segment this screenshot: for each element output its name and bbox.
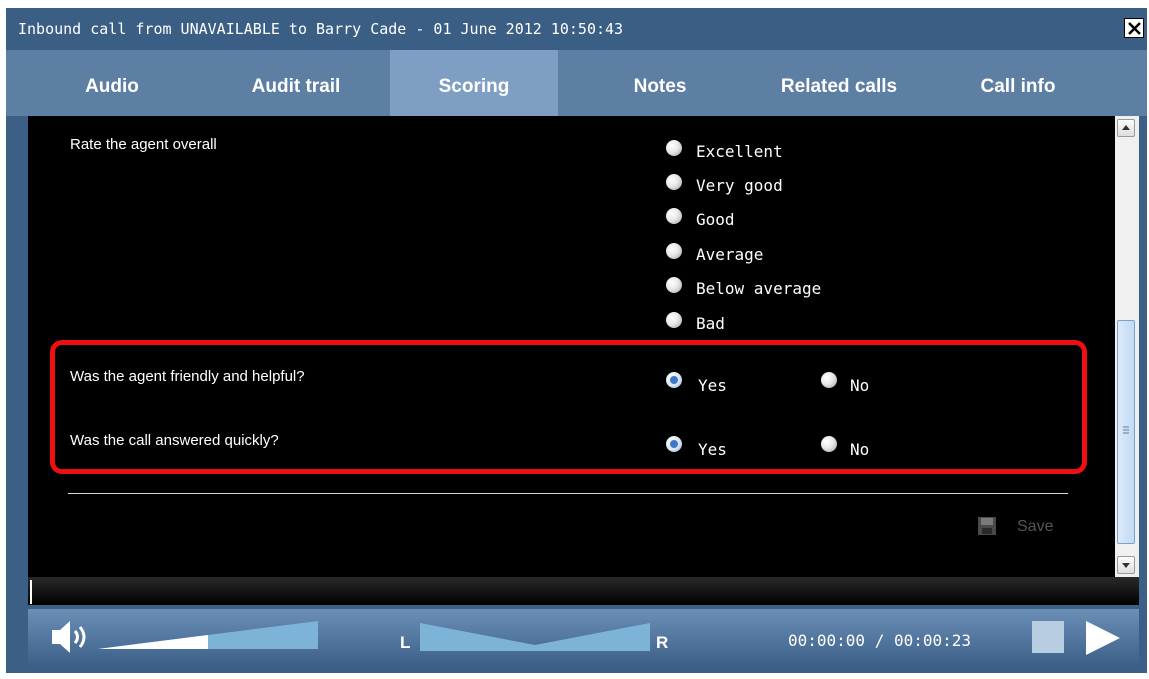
play-button[interactable]: [1084, 619, 1122, 657]
tab-audio[interactable]: Audio: [50, 50, 174, 116]
arrow-up-icon: [1122, 125, 1130, 130]
highlight-box: [50, 340, 1087, 474]
playback-progress-bar[interactable]: [28, 577, 1139, 605]
tab-related-calls[interactable]: Related calls: [746, 50, 932, 116]
player-controls: L R 00:00:00 / 00:00:23: [28, 609, 1139, 667]
option-friendly-yes: Yes: [698, 376, 727, 395]
radio-quick-no[interactable]: [821, 436, 837, 452]
question-friendly: Was the agent friendly and helpful?: [70, 368, 305, 385]
speaker-icon[interactable]: [50, 617, 90, 657]
save-label: Save: [1017, 518, 1054, 535]
scroll-down-button[interactable]: [1117, 556, 1135, 574]
question-answered-quickly: Was the call answered quickly?: [70, 432, 279, 449]
radio-average[interactable]: [666, 243, 682, 259]
divider: [68, 493, 1068, 494]
scroll-up-button[interactable]: [1117, 119, 1135, 137]
window-title: Inbound call from UNAVAILABLE to Barry C…: [18, 20, 624, 38]
option-quick-no: No: [850, 440, 870, 459]
volume-slider[interactable]: [98, 621, 318, 651]
scoring-panel: Rate the agent overall Excellent Very go…: [28, 116, 1115, 577]
radio-below-average[interactable]: [666, 277, 682, 293]
option-friendly-no: No: [850, 376, 870, 395]
option-very-good: Very good: [696, 176, 783, 195]
radio-friendly-no[interactable]: [821, 372, 837, 388]
close-button[interactable]: [1124, 18, 1144, 38]
radio-bad[interactable]: [666, 312, 682, 328]
option-quick-yes: Yes: [698, 440, 727, 459]
tab-notes[interactable]: Notes: [602, 50, 718, 116]
vertical-scrollbar[interactable]: [1115, 116, 1139, 577]
call-window: Inbound call from UNAVAILABLE to Barry C…: [6, 8, 1147, 673]
radio-quick-yes[interactable]: [666, 436, 682, 452]
title-bar: Inbound call from UNAVAILABLE to Barry C…: [6, 8, 1147, 50]
arrow-down-icon: [1122, 563, 1130, 568]
save-icon: [978, 517, 996, 535]
option-excellent: Excellent: [696, 142, 783, 161]
radio-good[interactable]: [666, 208, 682, 224]
stop-button[interactable]: [1032, 621, 1064, 653]
close-icon: [1128, 22, 1141, 35]
radio-very-good[interactable]: [666, 174, 682, 190]
tab-scoring[interactable]: Scoring: [390, 50, 558, 116]
playback-time: 00:00:00 / 00:00:23: [788, 631, 972, 650]
option-bad: Bad: [696, 314, 725, 333]
playback-position-marker[interactable]: [30, 580, 32, 604]
radio-excellent[interactable]: [666, 140, 682, 156]
balance-right-label: R: [656, 633, 669, 652]
tab-bar: Audio Audit trail Scoring Notes Related …: [6, 50, 1147, 116]
play-icon: [1086, 621, 1120, 655]
option-good: Good: [696, 210, 735, 229]
question-overall: Rate the agent overall: [70, 136, 217, 153]
option-below-average: Below average: [696, 279, 822, 298]
option-average: Average: [696, 245, 764, 264]
balance-left-label: L: [400, 633, 411, 652]
scroll-thumb[interactable]: [1117, 320, 1135, 544]
stop-icon: [1032, 621, 1064, 653]
radio-friendly-yes[interactable]: [666, 372, 682, 388]
grip-icon: [1123, 426, 1129, 434]
tab-call-info[interactable]: Call info: [956, 50, 1080, 116]
balance-slider[interactable]: [420, 623, 650, 651]
tab-audit-trail[interactable]: Audit trail: [216, 50, 376, 116]
